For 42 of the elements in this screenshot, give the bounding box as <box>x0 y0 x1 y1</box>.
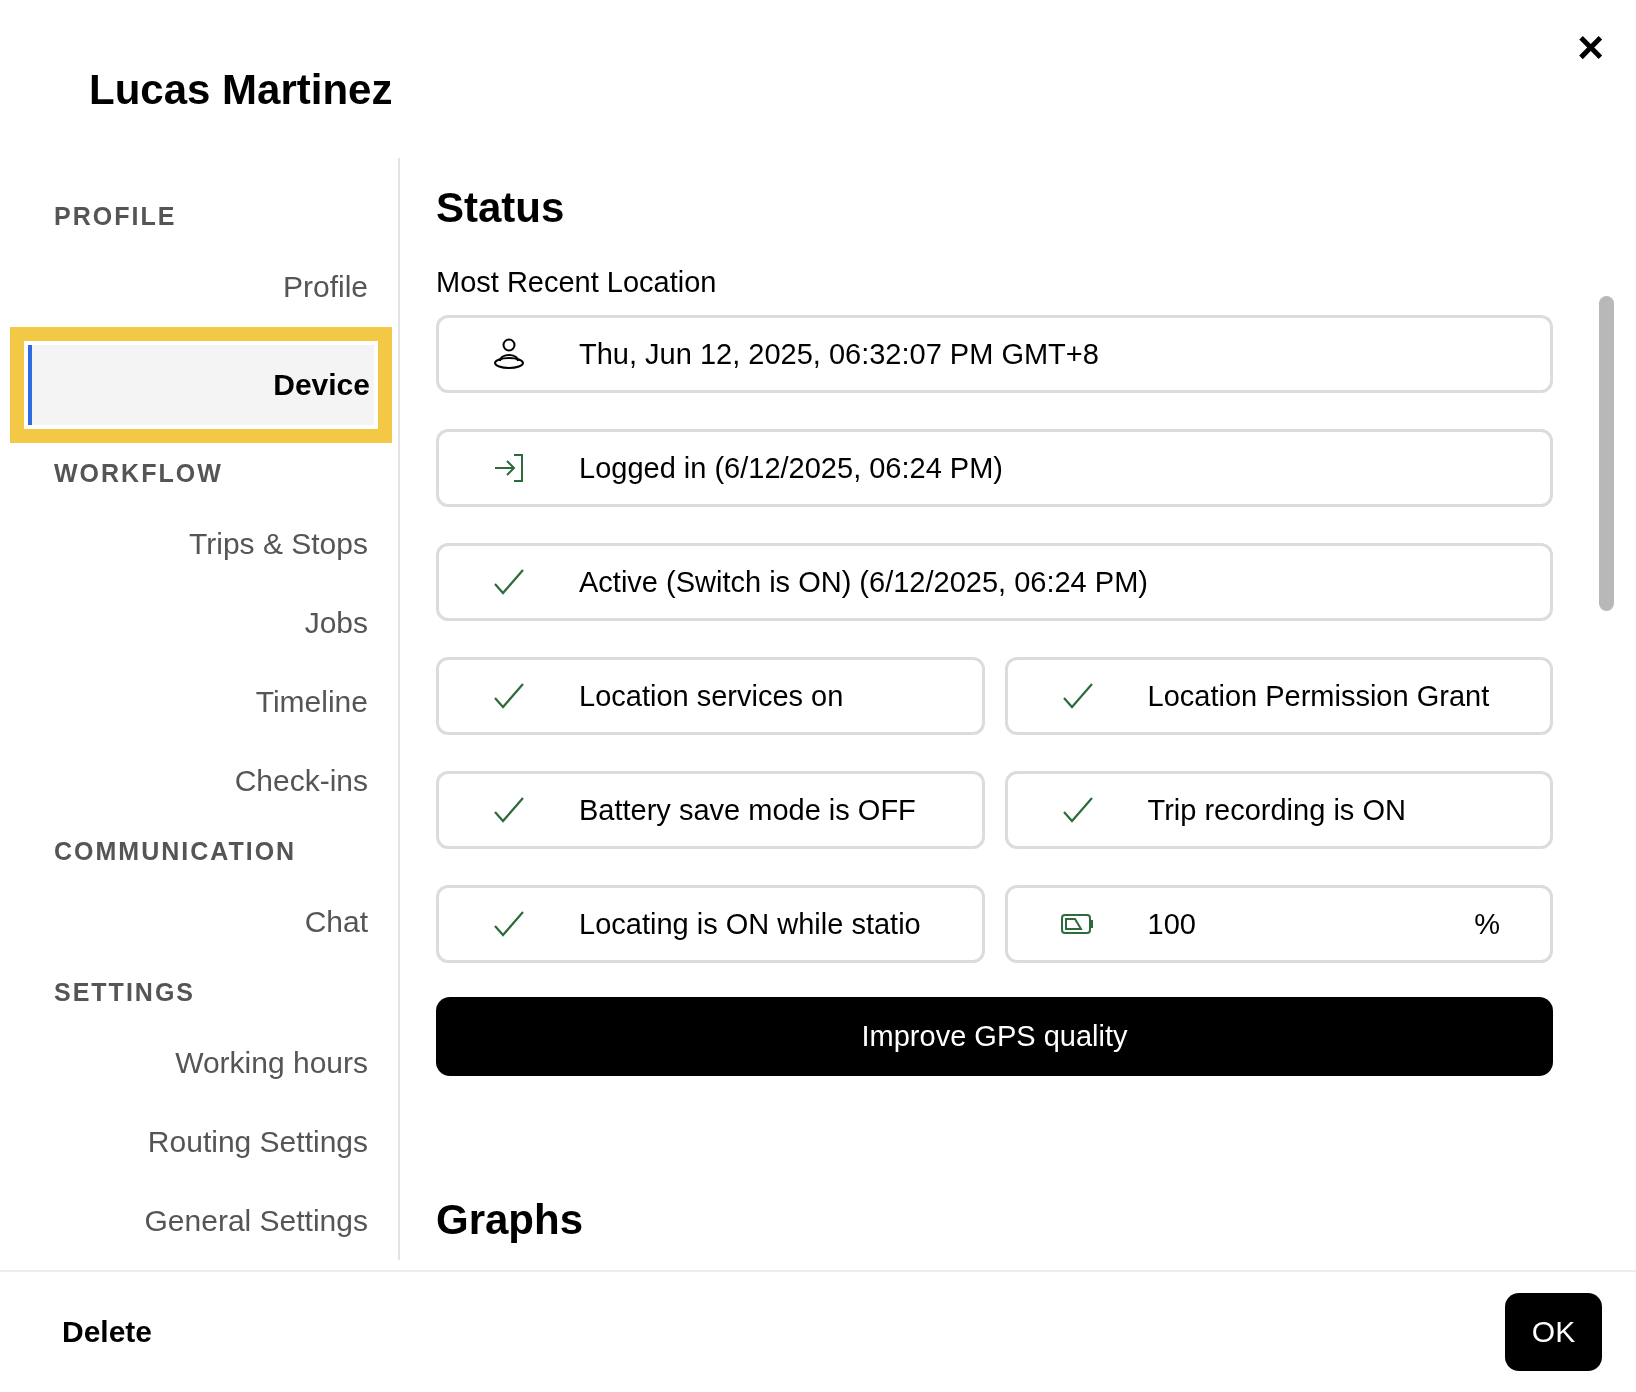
status-text: Active (Switch is ON) (6/12/2025, 06:24 PM) <box>579 565 1149 599</box>
status-text: Thu, Jun 12, 2025, 06:32:07 PM GMT+8 <box>579 337 1100 371</box>
checkmark-icon <box>494 797 524 823</box>
ok-button[interactable]: OK <box>1505 1293 1602 1371</box>
graphs-heading: Graphs <box>436 1196 585 1244</box>
sidebar-item[interactable]: Trips & Stops <box>10 504 392 584</box>
status-text: Logged in (6/12/2025, 06:24 PM) <box>579 451 1005 485</box>
status-text: Location services on <box>579 679 845 713</box>
status-text: Locating is ON while statio <box>579 907 922 941</box>
sidebar-item[interactable]: Check-ins <box>10 741 392 821</box>
checkmark-icon <box>1062 797 1093 823</box>
sidebar-item[interactable]: Routing Settings <box>10 1102 392 1181</box>
status-heading: Status <box>436 183 566 233</box>
close-button[interactable]: × <box>1571 24 1610 70</box>
sidebar-item[interactable]: Profile <box>10 247 392 327</box>
location-subheading: Most Recent Location <box>436 266 718 299</box>
section-heading: PROFILE <box>53 201 178 233</box>
sidebar-item[interactable]: Timeline <box>10 662 392 742</box>
sidebar-item[interactable]: General Settings <box>10 1181 392 1260</box>
checkmark-icon <box>494 569 524 595</box>
section-heading: WORKFLOW <box>53 458 224 490</box>
improve-gps-button[interactable]: Improve GPS quality <box>436 997 1553 1076</box>
section-heading: COMMUNICATION <box>53 835 298 867</box>
sidebar-item[interactable]: Jobs <box>10 583 392 663</box>
status-text: 100 <box>1147 907 1197 941</box>
status-text: Trip recording is ON <box>1147 793 1407 827</box>
sidebar-item[interactable]: Device <box>28 344 374 425</box>
section-heading: SETTINGS <box>53 976 196 1008</box>
sidebar-item[interactable]: Working hours <box>10 1023 392 1102</box>
battery-icon <box>1060 913 1095 935</box>
checkmark-icon <box>1062 683 1093 709</box>
checkmark-icon <box>494 911 524 937</box>
scrollbar[interactable] <box>1599 296 1614 611</box>
sign-in-icon <box>494 454 524 482</box>
unit-label: % <box>1474 907 1500 941</box>
dialog-title: Lucas Martinez <box>89 66 393 114</box>
status-text: Location Permission Grant <box>1147 679 1491 713</box>
sidebar-item[interactable]: Chat <box>10 882 392 962</box>
status-text: Battery save mode is OFF <box>579 793 917 827</box>
checkmark-icon <box>494 683 524 709</box>
person-icon <box>493 338 525 370</box>
delete-button[interactable]: Delete <box>44 1307 171 1357</box>
